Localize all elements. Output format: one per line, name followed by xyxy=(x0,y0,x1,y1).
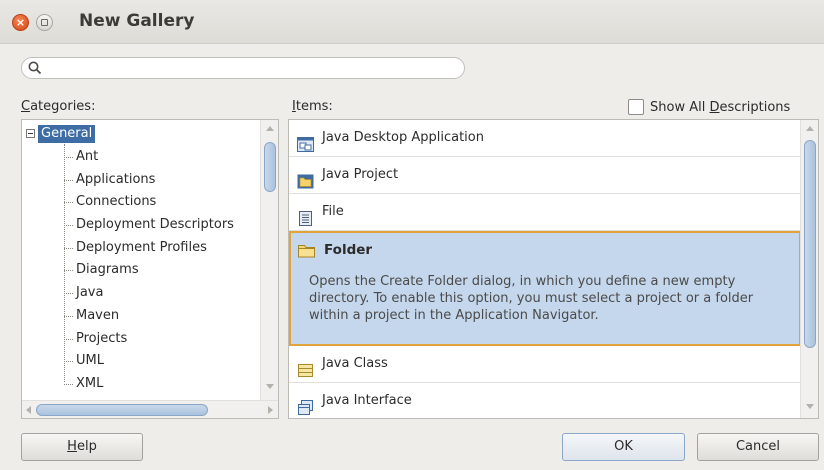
search-field[interactable] xyxy=(21,57,465,79)
scroll-right-icon[interactable] xyxy=(268,406,273,414)
items-label: Items: xyxy=(292,99,333,114)
cancel-button[interactable]: Cancel xyxy=(697,433,819,461)
show-all-descriptions-label: Show All Descriptions xyxy=(650,99,791,115)
tree-node-maven[interactable]: Maven xyxy=(22,305,272,328)
scrollbar-thumb[interactable] xyxy=(36,404,208,416)
scroll-up-icon[interactable] xyxy=(806,126,814,131)
window-title: New Gallery xyxy=(79,11,195,31)
scroll-down-icon[interactable] xyxy=(806,404,814,409)
collapse-icon[interactable] xyxy=(26,129,35,138)
categories-label: Categories: xyxy=(21,99,96,114)
scrollbar-thumb[interactable] xyxy=(264,142,276,192)
scroll-up-icon[interactable] xyxy=(266,126,274,131)
tree-node-projects[interactable]: Projects xyxy=(22,328,272,351)
gallery-item-folder[interactable]: Folder Opens the Create Folder dialog, in… xyxy=(289,231,801,346)
gallery-item-file[interactable]: File xyxy=(289,194,801,231)
java-class-icon xyxy=(297,357,314,377)
gallery-item-name: File xyxy=(322,204,344,219)
project-icon xyxy=(297,168,314,189)
gallery-item-java-class[interactable]: Java Class xyxy=(289,346,801,383)
scrollbar-thumb[interactable] xyxy=(804,140,816,348)
tree-node-connections[interactable]: Connections xyxy=(22,191,272,214)
gallery-item-description: Opens the Create Folder dialog, in which… xyxy=(309,274,754,323)
search-icon xyxy=(28,61,42,75)
maximize-window-button[interactable] xyxy=(36,14,53,31)
show-all-descriptions-checkbox[interactable] xyxy=(628,99,644,115)
categories-tree[interactable]: General Ant Applications Connections Deploy… xyxy=(21,119,279,419)
tree-node-deployment-profiles[interactable]: Deployment Profiles xyxy=(22,237,272,260)
categories-vertical-scrollbar[interactable] xyxy=(260,120,278,418)
title-bar: × New Gallery xyxy=(0,0,824,44)
maximize-icon xyxy=(41,19,48,26)
tree-node-general[interactable]: General xyxy=(26,124,96,143)
gallery-item-name: Java Desktop Application xyxy=(322,130,484,145)
scroll-left-icon[interactable] xyxy=(26,406,31,414)
gallery-item-name: Folder xyxy=(324,242,373,258)
gallery-item-java-interface[interactable]: Java Interface xyxy=(289,383,801,418)
tree-node-applications[interactable]: Applications xyxy=(22,169,272,192)
tree-node-deployment-descriptors[interactable]: Deployment Descriptors xyxy=(22,214,272,237)
gallery-item-name: Java Interface xyxy=(322,393,412,408)
scroll-down-icon[interactable] xyxy=(266,384,274,389)
gallery-item-name: Java Class xyxy=(322,356,388,371)
tree-node-xml[interactable]: XML xyxy=(22,373,272,396)
search-input[interactable] xyxy=(46,59,456,77)
gallery-item-name: Java Project xyxy=(322,167,399,182)
desktop-app-icon xyxy=(297,131,314,152)
items-list-panel[interactable]: Java Desktop Application Java Project File… xyxy=(288,119,819,419)
folder-icon xyxy=(298,243,315,258)
tree-node-java[interactable]: Java xyxy=(22,282,272,305)
close-window-button[interactable]: × xyxy=(12,14,29,31)
gallery-item-java-desktop-application[interactable]: Java Desktop Application xyxy=(289,120,801,157)
ok-button[interactable]: OK xyxy=(562,433,685,461)
tree-node-diagrams[interactable]: Diagrams xyxy=(22,259,272,282)
tree-node-label: General xyxy=(38,124,96,143)
help-button[interactable]: Help xyxy=(21,433,143,461)
java-interface-icon xyxy=(297,394,314,415)
categories-horizontal-scrollbar[interactable] xyxy=(22,400,278,418)
items-vertical-scrollbar[interactable] xyxy=(800,120,818,418)
show-all-descriptions-option[interactable]: Show All Descriptions xyxy=(628,99,790,115)
tree-node-ant[interactable]: Ant xyxy=(22,146,272,169)
gallery-item-java-project[interactable]: Java Project xyxy=(289,157,801,194)
file-icon xyxy=(297,205,314,226)
tree-node-uml[interactable]: UML xyxy=(22,350,272,373)
